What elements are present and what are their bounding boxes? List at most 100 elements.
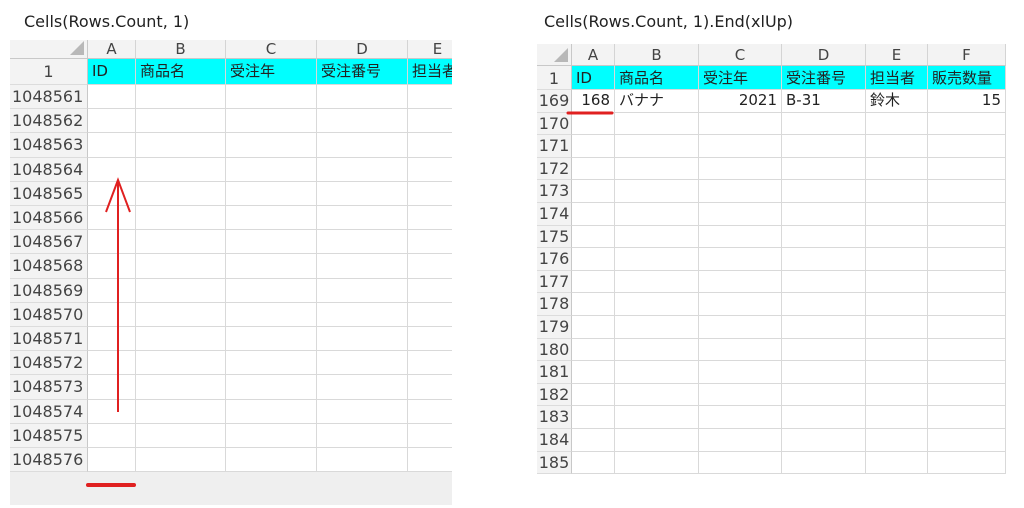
grid-cell[interactable] <box>226 157 317 182</box>
grid-cell[interactable] <box>136 423 226 448</box>
grid-cell[interactable] <box>88 423 136 448</box>
grid-cell[interactable] <box>782 270 866 294</box>
grid-cell[interactable] <box>226 375 317 400</box>
header-cell-c[interactable]: 受注年 <box>699 66 782 90</box>
grid-cell[interactable] <box>226 302 317 327</box>
grid-cell[interactable] <box>226 230 317 255</box>
grid-cell[interactable] <box>88 254 136 279</box>
column-header-e[interactable]: E <box>408 40 452 59</box>
grid-cell[interactable] <box>572 270 615 294</box>
row-header[interactable]: 1048568 <box>10 254 88 279</box>
grid-cell[interactable] <box>226 109 317 134</box>
grid-cell[interactable] <box>866 383 928 407</box>
grid-cell[interactable] <box>408 448 452 473</box>
grid-cell[interactable] <box>408 424 452 448</box>
grid-cell[interactable] <box>699 270 782 294</box>
grid-cell[interactable] <box>572 180 615 203</box>
grid-cell[interactable] <box>928 406 1006 429</box>
grid-cell[interactable] <box>408 206 452 231</box>
grid-cell[interactable] <box>699 135 782 158</box>
row-header[interactable]: 175 <box>537 225 572 249</box>
grid-cell[interactable] <box>572 383 615 407</box>
grid-cell[interactable] <box>317 254 408 279</box>
column-header-a[interactable]: A <box>88 40 136 59</box>
grid-cell[interactable] <box>136 85 226 110</box>
grid-cell[interactable] <box>928 135 1006 158</box>
grid-cell[interactable] <box>136 206 226 231</box>
grid-cell[interactable] <box>572 293 615 316</box>
grid-cell[interactable] <box>136 133 226 158</box>
header-cell-a[interactable]: ID <box>88 59 136 85</box>
data-cell-f169[interactable]: 15 <box>928 90 1006 113</box>
grid-cell[interactable] <box>226 133 317 158</box>
grid-cell[interactable] <box>782 248 866 271</box>
grid-cell[interactable] <box>615 338 699 362</box>
grid-cell[interactable] <box>136 448 226 473</box>
grid-cell[interactable] <box>136 375 226 400</box>
row-header-169[interactable]: 169 <box>537 90 572 113</box>
row-header[interactable]: 1048573 <box>10 375 88 400</box>
grid-cell[interactable] <box>699 383 782 407</box>
grid-cell[interactable] <box>572 338 615 362</box>
grid-cell[interactable] <box>782 316 866 339</box>
grid-cell[interactable] <box>88 327 136 352</box>
grid-cell[interactable] <box>615 383 699 407</box>
grid-cell[interactable] <box>782 383 866 407</box>
grid-cell[interactable] <box>928 361 1006 384</box>
row-header[interactable]: 179 <box>537 316 572 339</box>
row-header[interactable]: 1048571 <box>10 327 88 352</box>
grid-cell[interactable] <box>782 429 866 452</box>
grid-cell[interactable] <box>317 133 408 158</box>
row-header[interactable]: 176 <box>537 248 572 271</box>
row-header[interactable]: 182 <box>537 383 572 407</box>
grid-cell[interactable] <box>317 399 408 424</box>
grid-cell[interactable] <box>782 180 866 203</box>
grid-cell[interactable] <box>226 448 317 473</box>
column-header-c[interactable]: C <box>699 44 782 66</box>
grid-cell[interactable] <box>572 225 615 249</box>
grid-cell[interactable] <box>866 135 928 158</box>
row-header[interactable]: 1048563 <box>10 133 88 158</box>
grid-cell[interactable] <box>615 316 699 339</box>
grid-cell[interactable] <box>572 316 615 339</box>
grid-cell[interactable] <box>408 351 452 376</box>
grid-cell[interactable] <box>408 279 452 303</box>
row-header[interactable]: 1048572 <box>10 351 88 376</box>
grid-cell[interactable] <box>782 361 866 384</box>
grid-cell[interactable] <box>88 206 136 231</box>
grid-cell[interactable] <box>866 112 928 136</box>
grid-cell[interactable] <box>782 338 866 362</box>
header-cell-e[interactable]: 担当者 <box>408 59 452 85</box>
grid-cell[interactable] <box>782 157 866 181</box>
row-header[interactable]: 1048569 <box>10 278 88 303</box>
grid-cell[interactable] <box>317 375 408 400</box>
grid-cell[interactable] <box>88 181 136 206</box>
grid-cell[interactable] <box>928 225 1006 249</box>
row-header[interactable]: 173 <box>537 180 572 203</box>
grid-cell[interactable] <box>408 158 452 182</box>
grid-cell[interactable] <box>866 157 928 181</box>
column-header-c[interactable]: C <box>226 40 317 59</box>
grid-cell[interactable] <box>226 181 317 206</box>
grid-cell[interactable] <box>928 338 1006 362</box>
grid-cell[interactable] <box>572 451 615 474</box>
row-header[interactable]: 185 <box>537 451 572 474</box>
grid-cell[interactable] <box>615 180 699 203</box>
row-header[interactable]: 1048566 <box>10 206 88 231</box>
grid-cell[interactable] <box>699 429 782 452</box>
grid-cell[interactable] <box>699 316 782 339</box>
column-header-f[interactable]: F <box>928 44 1006 66</box>
grid-cell[interactable] <box>615 248 699 271</box>
header-cell-d[interactable]: 受注番号 <box>782 66 866 90</box>
grid-cell[interactable] <box>615 361 699 384</box>
row-header-1[interactable]: 1 <box>537 66 572 90</box>
grid-cell[interactable] <box>88 278 136 303</box>
grid-cell[interactable] <box>615 225 699 249</box>
grid-cell[interactable] <box>782 112 866 136</box>
grid-cell[interactable] <box>782 451 866 474</box>
grid-cell[interactable] <box>317 327 408 352</box>
row-header[interactable]: 177 <box>537 270 572 294</box>
grid-cell[interactable] <box>928 270 1006 294</box>
grid-cell[interactable] <box>572 157 615 181</box>
grid-cell[interactable] <box>317 181 408 206</box>
